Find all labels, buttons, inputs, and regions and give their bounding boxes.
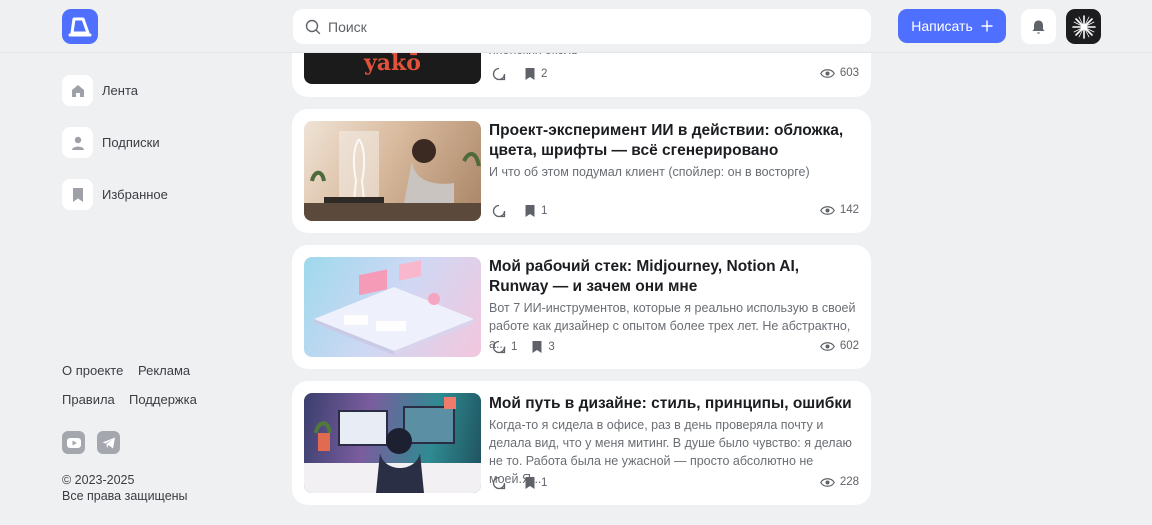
- link-about[interactable]: О проекте: [62, 363, 123, 378]
- comments-count: 1: [511, 341, 518, 353]
- thumbnail-logo-text: yakō: [364, 50, 421, 76]
- eye-icon: [819, 68, 835, 78]
- write-button[interactable]: Написать: [898, 9, 1006, 43]
- post-title[interactable]: Проект-эксперимент ИИ в действии: обложк…: [489, 121, 859, 161]
- views-counter: 142: [819, 204, 859, 216]
- views-counter: 228: [819, 476, 859, 488]
- bookmarks-button[interactable]: 3: [531, 340, 555, 354]
- post-meta: 1: [492, 476, 547, 490]
- avatar-starburst-icon: [1071, 14, 1096, 39]
- post-card[interactable]: Проект-эксперимент ИИ в действии: обложк…: [292, 109, 871, 233]
- bookmarks-button[interactable]: 1: [524, 204, 547, 218]
- home-icon: [62, 75, 93, 106]
- comments-button[interactable]: [492, 204, 506, 218]
- write-button-label: Написать: [911, 18, 973, 34]
- views-count: 142: [839, 204, 859, 216]
- views-count: 603: [839, 67, 859, 79]
- comment-icon: [492, 476, 506, 490]
- bookmark-icon: [525, 68, 535, 80]
- post-thumbnail: [304, 393, 481, 493]
- plus-icon: [981, 20, 993, 32]
- link-ads[interactable]: Реклама: [138, 363, 190, 378]
- post-card[interactable]: Мой путь в дизайне: стиль, принципы, оши…: [292, 381, 871, 505]
- views-counter: 602: [819, 340, 859, 352]
- eye-icon: [819, 205, 835, 215]
- comment-icon: [492, 340, 506, 354]
- sidebar-item-subscriptions[interactable]: Подписки: [62, 127, 160, 158]
- thumbnail-illustration: [304, 131, 481, 221]
- comments-button[interactable]: 1: [492, 340, 517, 354]
- post-meta: 1 3: [492, 340, 555, 354]
- comments-button[interactable]: [492, 67, 506, 81]
- notifications-button[interactable]: [1021, 9, 1056, 44]
- bookmarks-button[interactable]: 2: [524, 67, 547, 81]
- bookmark-icon: [62, 179, 93, 210]
- post-meta: 1: [492, 204, 547, 218]
- eye-icon: [819, 341, 835, 351]
- youtube-icon[interactable]: [62, 431, 85, 454]
- copyright-years: © 2023-2025: [62, 473, 135, 487]
- comment-icon: [492, 67, 506, 81]
- bookmark-icon: [525, 205, 535, 217]
- bookmarks-count: 3: [548, 341, 555, 353]
- post-thumbnail: [304, 121, 481, 221]
- search-box[interactable]: [293, 9, 871, 44]
- top-bar: Написать: [0, 0, 1152, 53]
- views-count: 602: [839, 340, 859, 352]
- sidebar-item-favorites[interactable]: Избранное: [62, 179, 168, 210]
- logo-icon: [68, 17, 92, 36]
- copyright-text: Все права защищены: [62, 489, 188, 503]
- post-thumbnail: [304, 257, 481, 357]
- search-input[interactable]: [328, 18, 848, 35]
- thumbnail-illustration: [304, 397, 481, 493]
- comment-icon: [492, 204, 506, 218]
- bookmark-icon: [532, 341, 542, 353]
- user-icon: [62, 127, 93, 158]
- link-rules[interactable]: Правила: [62, 392, 115, 407]
- views-counter: 603: [819, 67, 859, 79]
- bookmarks-count: 1: [541, 205, 548, 217]
- bookmark-icon: [525, 477, 535, 489]
- thumbnail-illustration: [314, 260, 474, 355]
- bell-icon: [1032, 20, 1045, 34]
- views-count: 228: [839, 476, 859, 488]
- bookmarks-count: 1: [541, 477, 548, 489]
- post-description: И что об этом подумал клиент (спойлер: о…: [489, 165, 810, 179]
- sidebar-item-label: Подписки: [102, 135, 160, 150]
- telegram-icon[interactable]: [97, 431, 120, 454]
- search-icon: [304, 18, 322, 36]
- bookmarks-button[interactable]: 1: [524, 476, 547, 490]
- eye-icon: [819, 477, 835, 487]
- post-title[interactable]: Мой рабочий стек: Midjourney, Notion AI,…: [489, 257, 859, 297]
- post-title[interactable]: Мой путь в дизайне: стиль, принципы, оши…: [489, 394, 859, 414]
- link-support[interactable]: Поддержка: [129, 392, 197, 407]
- sidebar-item-feed[interactable]: Лента: [62, 75, 138, 106]
- sidebar-item-label: Лента: [102, 83, 138, 98]
- bookmarks-count: 2: [541, 68, 548, 80]
- sidebar-item-label: Избранное: [102, 187, 168, 202]
- avatar[interactable]: [1066, 9, 1101, 44]
- comments-button[interactable]: [492, 476, 506, 490]
- logo[interactable]: [62, 9, 98, 44]
- post-card[interactable]: Мой рабочий стек: Midjourney, Notion AI,…: [292, 245, 871, 369]
- post-meta: 2: [492, 67, 547, 81]
